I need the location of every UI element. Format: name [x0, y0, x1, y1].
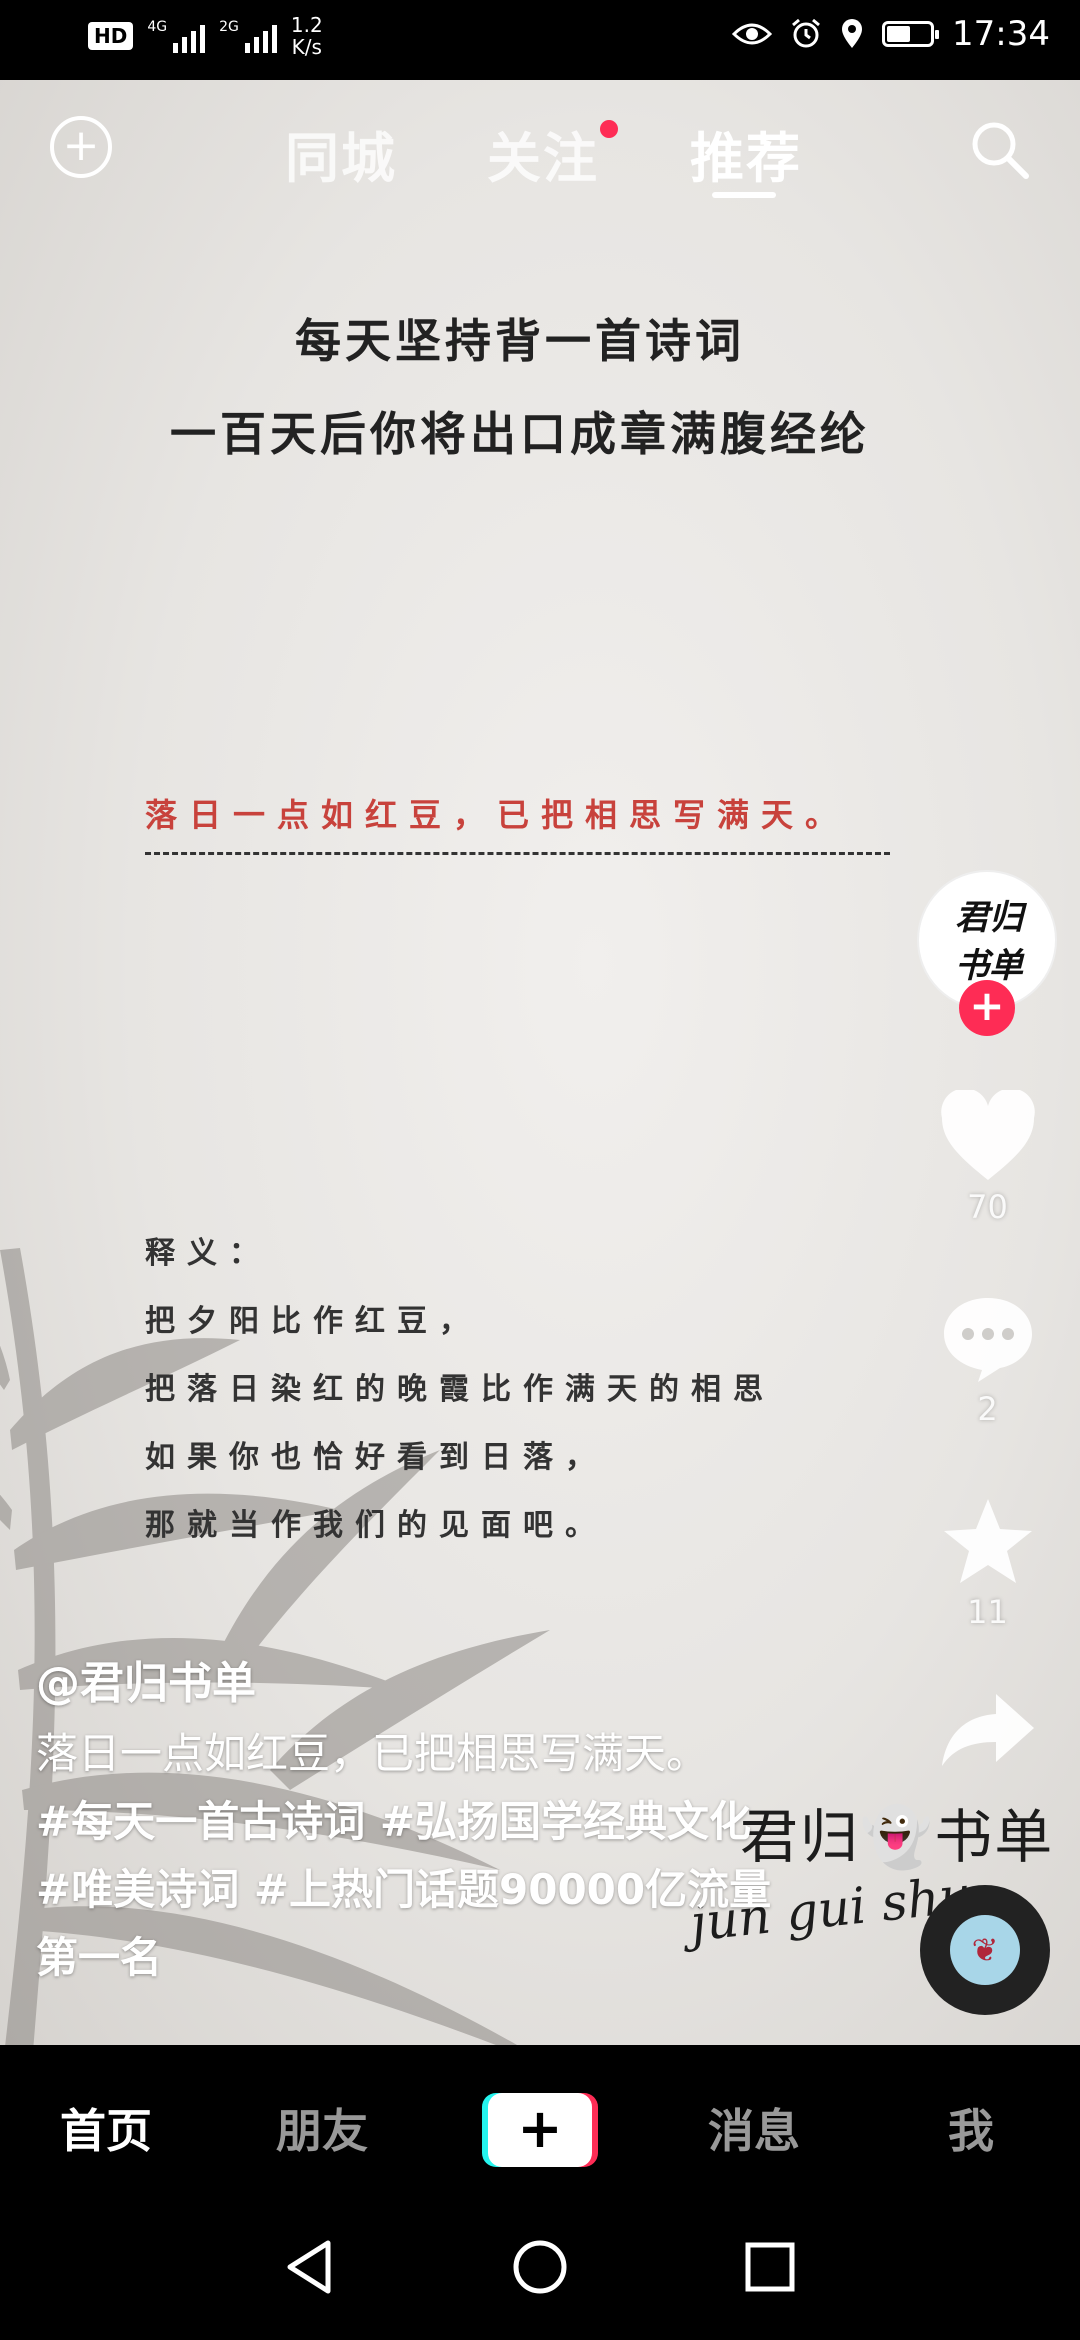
share-arrow-icon — [941, 1694, 1034, 1766]
plus-icon: + — [488, 2093, 592, 2167]
back-icon[interactable] — [282, 2237, 338, 2297]
tab-friends[interactable]: 朋友 — [276, 2095, 368, 2161]
status-right: 17:34 — [732, 14, 1050, 54]
poem-explanation: 释义： 把夕阳比作红豆， 把落日染红的晚霞比作满天的相思 如果你也恰好看到日落，… — [145, 1220, 775, 1560]
comment-icon — [943, 1298, 1032, 1382]
follow-button[interactable]: + — [959, 980, 1015, 1036]
system-nav-bar — [0, 2195, 1080, 2340]
create-post-button[interactable]: + — [482, 2093, 598, 2167]
battery-level-fill — [887, 26, 911, 42]
alarm-icon — [792, 18, 820, 48]
caption-hashtags[interactable]: #每天一首古诗词 #弘扬国学经典文化 #唯美诗词 #上热门话题90000亿流量第… — [36, 1797, 771, 1982]
tab-following[interactable]: 关注 — [487, 114, 599, 193]
poem-title-line-1: 每天坚持背一首诗词 — [295, 314, 745, 368]
tab-me[interactable]: 我 — [948, 2095, 994, 2161]
home-circle-icon[interactable] — [510, 2237, 570, 2297]
like-count: 70 — [967, 1188, 1008, 1226]
avatar-logo-text: 君归 书单 — [919, 894, 1059, 990]
network-speed-unit: K/s — [291, 35, 322, 59]
search-icon[interactable] — [968, 118, 1030, 180]
hd-badge: HD — [88, 22, 134, 50]
network-speed: 1.2 K/s — [291, 14, 323, 58]
sim1-label: 4G — [147, 19, 168, 35]
verse-underline — [145, 852, 890, 855]
favorite-button[interactable]: 11 — [930, 1495, 1045, 1631]
app-screen: HD 4G 2G 1.2 K/s 17:34 + 同城 关注 推荐 每天坚持背一… — [0, 0, 1080, 2340]
explanation-line: 释义： — [145, 1236, 271, 1271]
tab-home[interactable]: 首页 — [60, 2095, 152, 2161]
explanation-line: 把夕阳比作红豆， — [145, 1304, 481, 1339]
location-icon — [842, 19, 863, 48]
explanation-line: 把落日染红的晚霞比作满天的相思 — [145, 1372, 775, 1407]
tab-recommended[interactable]: 推荐 — [690, 114, 802, 193]
eye-icon — [732, 23, 773, 45]
video-watermark: 君归👻书单 — [740, 1803, 1055, 1871]
tab-same-city[interactable]: 同城 — [285, 114, 397, 193]
clock: 17:34 — [952, 14, 1050, 54]
signal-strength-sim1-icon: 4G — [147, 19, 206, 53]
avatar-logo-line-1: 君归 — [955, 898, 1023, 938]
comment-count: 2 — [977, 1390, 998, 1428]
battery-icon — [882, 21, 940, 47]
share-button[interactable] — [930, 1690, 1045, 1776]
favorite-count: 11 — [967, 1593, 1008, 1631]
top-nav: + 同城 关注 推荐 — [0, 80, 1080, 220]
explanation-line: 那就当作我们的见面吧。 — [145, 1508, 607, 1543]
sim2-label: 2G — [219, 19, 239, 35]
like-button[interactable]: 70 — [930, 1090, 1045, 1226]
poem-verse: 落日一点如红豆，已把相思写满天。 — [145, 796, 850, 834]
caption-description: 落日一点如红豆，已把相思写满天。 — [36, 1729, 709, 1778]
heart-icon — [940, 1090, 1035, 1180]
poem-title-line-2: 一百天后你将出口成章满腹经纶 — [170, 407, 870, 461]
status-left: HD 4G 2G 1.2 K/s — [88, 14, 323, 58]
tab-messages[interactable]: 消息 — [708, 2095, 800, 2161]
video-caption: 落日一点如红豆，已把相思写满天。 #每天一首古诗词 #弘扬国学经典文化 #唯美诗… — [36, 1720, 776, 1992]
signal-strength-sim2-icon: 2G — [219, 19, 277, 53]
network-speed-value: 1.2 — [290, 13, 323, 37]
plus-circle-icon[interactable]: + — [50, 116, 112, 178]
author-handle[interactable]: @君归书单 — [36, 1647, 256, 1711]
star-icon — [943, 1499, 1032, 1583]
active-tab-indicator — [712, 192, 776, 198]
explanation-line: 如果你也恰好看到日落， — [145, 1440, 607, 1475]
status-bar: HD 4G 2G 1.2 K/s 17:34 — [0, 0, 1080, 80]
bottom-tab-bar: 首页 朋友 + 消息 我 — [0, 2045, 1080, 2195]
comment-button[interactable]: 2 — [930, 1292, 1045, 1428]
butterfly-icon: ❦ — [950, 1915, 1020, 1985]
notification-dot — [600, 120, 618, 138]
video-player[interactable]: + 同城 关注 推荐 每天坚持背一首诗词 一百天后你将出口成章满腹经纶 落日一点… — [0, 80, 1080, 2045]
music-disc[interactable]: ❦ — [920, 1885, 1050, 2015]
recents-square-icon[interactable] — [742, 2237, 798, 2297]
